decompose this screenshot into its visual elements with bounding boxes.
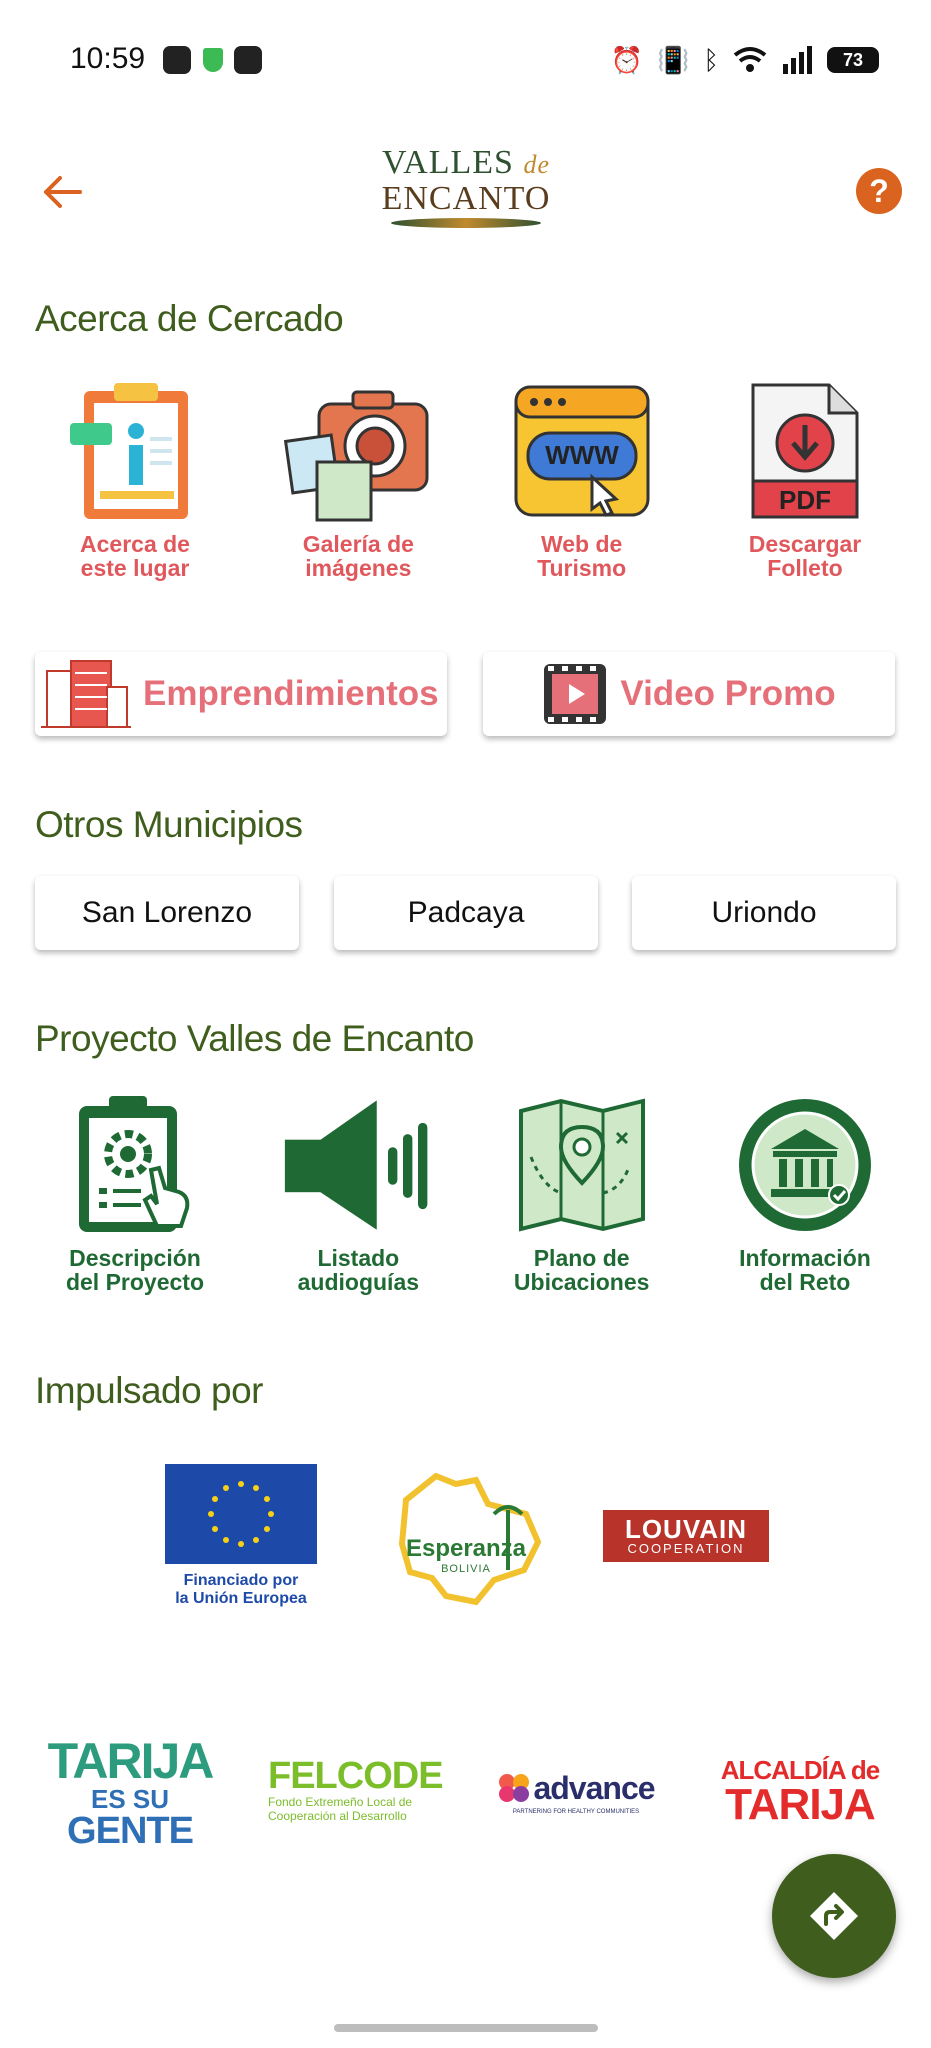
project-description-label: Descripción del Proyecto xyxy=(65,1245,205,1295)
back-button[interactable] xyxy=(36,166,88,218)
directions-icon xyxy=(810,1892,858,1940)
svg-text:PDF: PDF xyxy=(779,485,831,515)
battery-indicator: 73 xyxy=(827,47,879,73)
download-brochure-label: Descargar Folleto xyxy=(748,531,862,581)
louvain-cooperation-logo: LOUVAIN COOPERATION xyxy=(603,1510,769,1562)
entrepreneurship-label: Emprendimientos xyxy=(143,674,439,713)
tarija-line2: ES SU xyxy=(90,1784,170,1814)
municipality-button-san-lorenzo[interactable]: San Lorenzo xyxy=(35,876,299,950)
status-bar: 10:59 ⏰ 📳 ᛒ 73 xyxy=(0,0,931,120)
entrepreneurship-button[interactable]: Emprendimientos xyxy=(35,652,447,736)
audioguides-list-button[interactable]: Listado audioguías xyxy=(258,1090,458,1294)
advance-logo: advance PARTNERING FOR HEALTHY COMMUNITI… xyxy=(490,1768,662,1816)
bluetooth-icon: ᛒ xyxy=(703,45,719,75)
tourism-web-button[interactable]: WWW Web de Turismo xyxy=(482,376,682,580)
municipality-button-uriondo[interactable]: Uriondo xyxy=(632,876,896,950)
municipality-button-padcaya[interactable]: Padcaya xyxy=(334,876,598,950)
project-description-button[interactable]: Descripción del Proyecto xyxy=(35,1090,235,1294)
felcode-name: FELCODE xyxy=(268,1755,444,1797)
advance-sub: PARTNERING FOR HEALTHY COMMUNITIES xyxy=(512,1808,640,1815)
locations-map-button[interactable]: Plano de Ubicaciones xyxy=(482,1090,682,1294)
wifi-icon xyxy=(733,47,767,72)
section-title-sponsors: Impulsado por xyxy=(35,1370,263,1411)
image-gallery-button[interactable]: Galería de imágenes xyxy=(258,376,458,580)
section-title-project: Proyecto Valles de Encanto xyxy=(35,1018,474,1059)
camera-photos-icon xyxy=(284,390,429,522)
eu-logo: Financiado por la Unión Europea xyxy=(160,1460,322,1612)
svg-text:WWW: WWW xyxy=(545,440,619,470)
directions-fab[interactable] xyxy=(772,1854,896,1978)
signal-icon xyxy=(783,46,812,74)
advance-name: advance xyxy=(533,1769,655,1806)
home-indicator[interactable] xyxy=(334,2024,598,2032)
tourism-web-label: Web de Turismo xyxy=(537,531,627,581)
pdf-download-icon: PDF xyxy=(751,383,859,519)
challenge-info-label: Información del Reto xyxy=(739,1245,871,1295)
download-brochure-button[interactable]: PDF Descargar Folleto xyxy=(705,376,905,580)
status-time: 10:59 xyxy=(70,42,146,75)
arrow-left-icon xyxy=(44,176,82,208)
film-play-icon xyxy=(544,664,607,724)
esperanza-bolivia-logo: Esperanza BOLIVIA xyxy=(376,1470,556,1610)
app-notification-icon xyxy=(234,46,262,74)
tarija-line1: TARIJA xyxy=(47,1733,215,1789)
museum-badge-icon xyxy=(738,1099,871,1231)
help-button[interactable]: ? xyxy=(856,168,902,214)
vibrate-icon: 📳 xyxy=(657,45,690,75)
about-grid: Acerca de este lugar Galería de imágenes… xyxy=(35,376,905,580)
about-this-place-label: Acerca de este lugar xyxy=(80,531,190,581)
buildings-icon xyxy=(41,660,131,728)
louvain-sub: COOPERATION xyxy=(627,1541,745,1556)
esperanza-name: Esperanza xyxy=(405,1535,527,1562)
audioguides-list-label: Listado audioguías xyxy=(297,1245,420,1295)
image-gallery-label: Galería de imágenes xyxy=(302,531,414,581)
section-title-about: Acerca de Cercado xyxy=(35,298,344,339)
alcaldia-line2: TARIJA xyxy=(725,1780,876,1829)
esperanza-sub: BOLIVIA xyxy=(441,1563,491,1575)
shield-icon xyxy=(203,48,223,72)
louvain-name: LOUVAIN xyxy=(624,1514,748,1544)
felcode-logo: FELCODE Fondo Extremeño Local de Coopera… xyxy=(268,1752,444,1828)
tarija-es-su-gente-logo: TARIJA ES SU GENTE xyxy=(40,1734,220,1852)
tarija-line3: GENTE xyxy=(67,1810,194,1852)
felcode-sub: Fondo Extremeño Local de Cooperación al … xyxy=(268,1795,413,1823)
app-notification-icon xyxy=(163,46,191,74)
alcaldia-tarija-logo: ALCALDÍA de TARIJA xyxy=(712,1756,888,1828)
clipboard-info-icon xyxy=(70,383,188,519)
eu-flag-icon xyxy=(165,1464,317,1564)
section-title-municipalities: Otros Municipios xyxy=(35,804,303,845)
eu-caption: Financiado por la Unión Europea xyxy=(175,1572,307,1607)
speaker-icon xyxy=(285,1100,428,1230)
video-promo-label: Video Promo xyxy=(620,674,836,713)
www-browser-icon: WWW xyxy=(514,385,650,517)
about-this-place-button[interactable]: Acerca de este lugar xyxy=(35,376,235,580)
locations-map-label: Plano de Ubicaciones xyxy=(513,1245,650,1295)
map-pin-icon xyxy=(518,1098,645,1232)
challenge-info-button[interactable]: Información del Reto xyxy=(705,1090,905,1294)
clipboard-gear-icon xyxy=(79,1096,190,1232)
alarm-icon: ⏰ xyxy=(610,45,644,75)
project-grid: Descripción del Proyecto Listado audiogu… xyxy=(35,1090,905,1294)
advance-petals-icon xyxy=(499,1774,530,1802)
video-promo-button[interactable]: Video Promo xyxy=(483,652,895,736)
app-logo: VALLES de ENCANTO xyxy=(376,146,556,236)
